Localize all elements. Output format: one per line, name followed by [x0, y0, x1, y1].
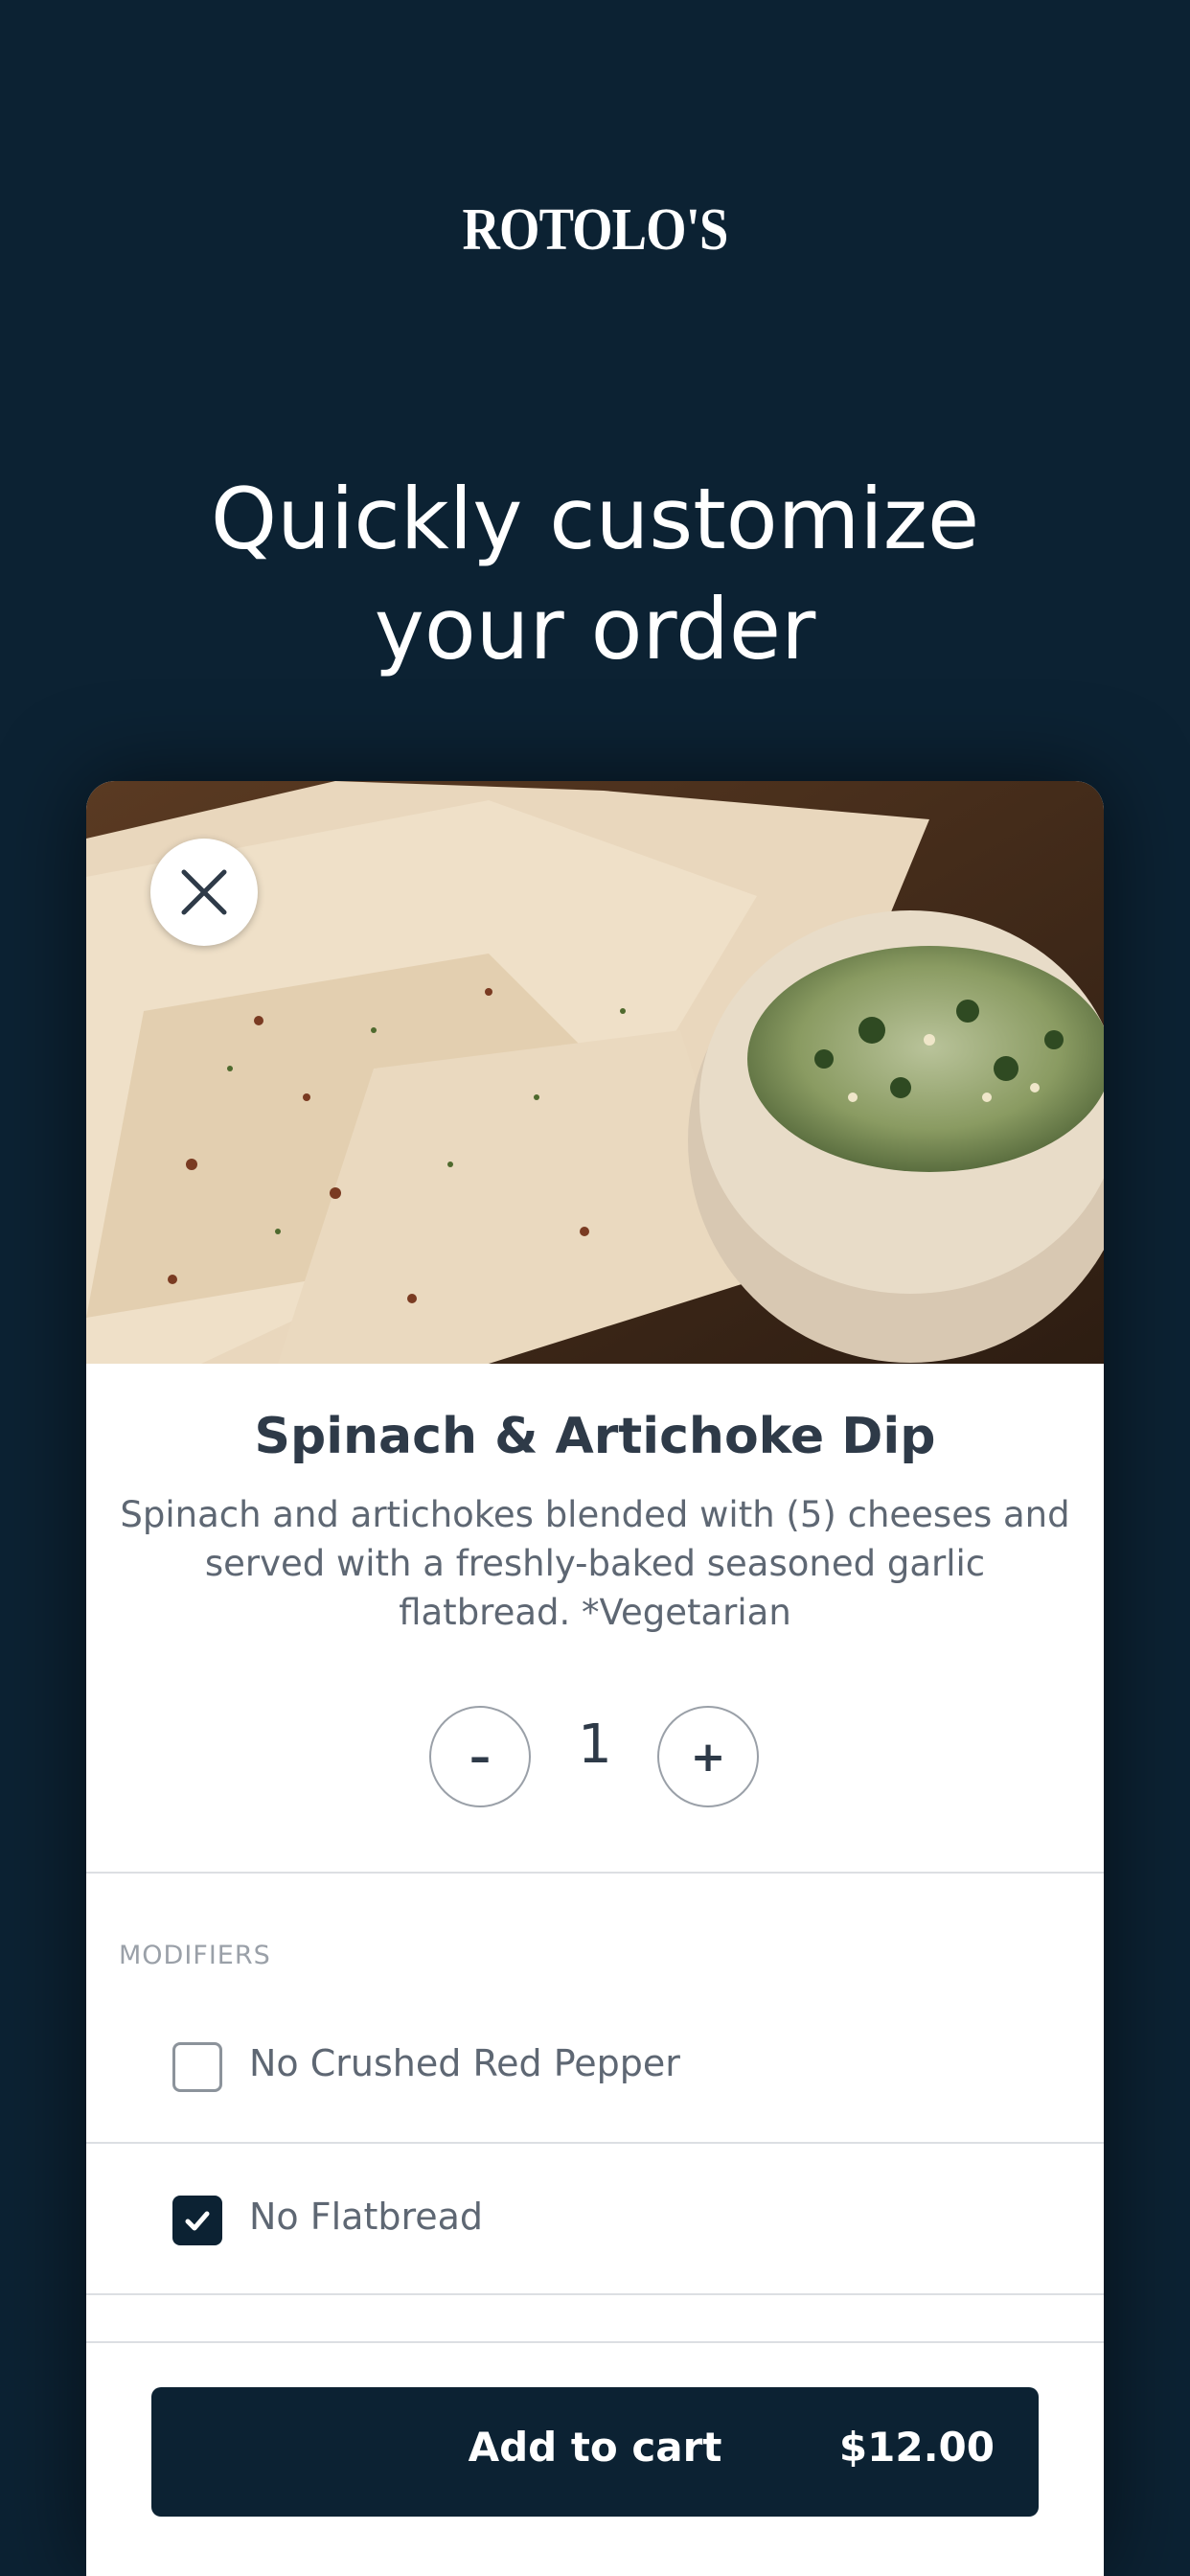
decrease-quantity-button[interactable]: – [429, 1706, 531, 1807]
close-button[interactable] [150, 839, 258, 946]
increase-quantity-button[interactable]: + [657, 1706, 759, 1807]
checkmark-icon [185, 2211, 210, 2231]
checkbox-unchecked[interactable] [172, 2042, 222, 2092]
page-headline: Quickly customize your order [0, 464, 1190, 684]
quantity-value: 1 [578, 1714, 612, 1776]
section-divider [86, 1872, 1104, 1874]
brand-logo: ROTOLO'S [462, 197, 729, 263]
item-title: Spinach & Artichoke Dip [254, 1408, 936, 1465]
checkbox-checked[interactable] [172, 2196, 222, 2245]
add-to-cart-button[interactable]: Add to cart $12.00 [151, 2387, 1039, 2517]
footer-divider [86, 2341, 1104, 2343]
modifier-row-no-flatbread[interactable]: No Flatbread [86, 2150, 1104, 2293]
modifier-label: No Flatbread [249, 2196, 484, 2238]
quantity-stepper: – 1 + [86, 1706, 1104, 1807]
headline-line-1: Quickly customize [210, 470, 980, 568]
item-description: Spinach and artichokes blended with (5) … [120, 1494, 1070, 1633]
row-divider [86, 2142, 1104, 2144]
item-customization-card: Spinach & Artichoke Dip Spinach and arti… [86, 781, 1104, 2576]
close-icon [181, 869, 227, 915]
modifiers-header: MODIFIERS [119, 1941, 271, 1970]
modifier-label: No Crushed Red Pepper [249, 2042, 680, 2084]
row-divider [86, 2293, 1104, 2295]
cart-price: $12.00 [838, 2424, 995, 2471]
modifier-row-no-crushed-red-pepper[interactable]: No Crushed Red Pepper [86, 1996, 1104, 2140]
headline-line-2: your order [374, 580, 816, 678]
